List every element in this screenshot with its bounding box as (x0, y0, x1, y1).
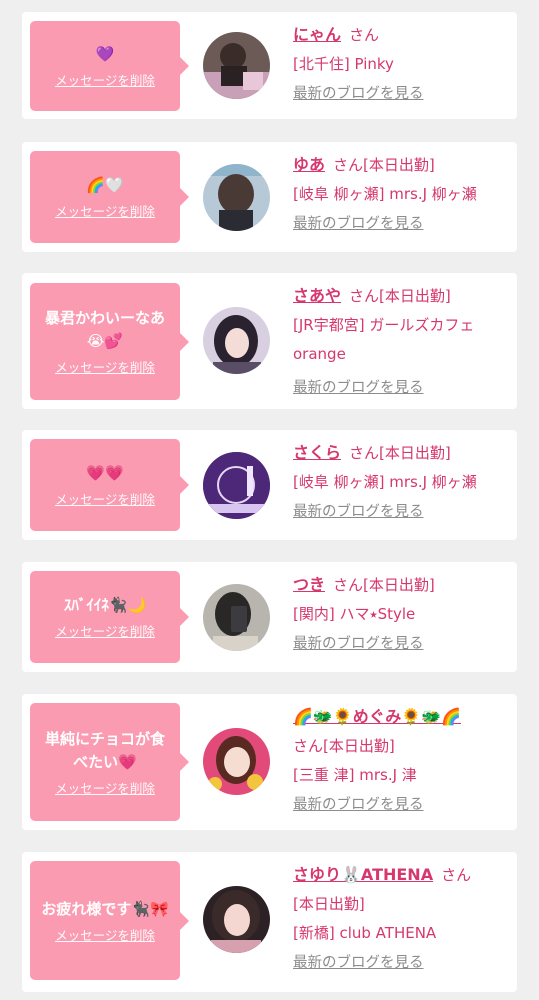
list-item: 🌈🤍 メッセージを削除 ゆあ さん[本日出勤] [岐阜 柳ヶ瀬] mrs.J 柳ヶ… (22, 142, 517, 252)
message-text: 💗💗 (86, 464, 124, 482)
avatar[interactable] (203, 164, 270, 231)
message-bubble: 🌈🤍 メッセージを削除 (30, 151, 189, 243)
latest-blog-link[interactable]: 最新のブログを見る (293, 80, 424, 109)
girl-name-link[interactable]: つき (293, 575, 325, 594)
list-item: お疲れ様です🐈‍⬛🎀 メッセージを削除 さゆり🐰ATHENA さん [本日出勤] … (22, 852, 517, 992)
latest-blog-link[interactable]: 最新のブログを見る (293, 630, 424, 659)
girl-info: さゆり🐰ATHENA さん [本日出勤] [新橋] club ATHENA 最新の… (293, 860, 513, 978)
avatar[interactable] (203, 886, 270, 953)
latest-blog-link[interactable]: 最新のブログを見る (293, 374, 424, 403)
shop-location: [三重 津] mrs.J 津 (293, 766, 417, 784)
honorific: さん (349, 26, 380, 44)
message-bubble: ｽﾊﾞｲｲﾈ🐈‍⬛🌙 メッセージを削除 (30, 571, 189, 663)
girl-info: ゆあ さん[本日出勤] [岐阜 柳ヶ瀬] mrs.J 柳ヶ瀬 最新のブログを見る (293, 150, 513, 239)
shop-location: [JR宇都宮] ガールズカフェ orange (293, 316, 475, 363)
status-text: [本日出勤] (363, 156, 435, 174)
avatar[interactable] (203, 32, 270, 99)
girl-name-link[interactable]: さあや (293, 286, 341, 305)
girl-info: さくら さん[本日出勤] [岐阜 柳ヶ瀬] mrs.J 柳ヶ瀬 最新のブログを見る (293, 438, 513, 527)
girl-name-link[interactable]: 🌈🐲🌻めぐみ🌻🐲🌈 (293, 707, 461, 726)
avatar[interactable] (203, 584, 270, 651)
girl-name-link[interactable]: さゆり🐰ATHENA (293, 865, 433, 884)
avatar[interactable] (203, 728, 270, 795)
message-bubble: お疲れ様です🐈‍⬛🎀 メッセージを削除 (30, 861, 189, 980)
status-text: [本日出勤] (363, 576, 435, 594)
honorific: さん (349, 287, 380, 305)
shop-location: [岐阜 柳ヶ瀬] mrs.J 柳ヶ瀬 (293, 185, 477, 203)
girl-info: さあや さん[本日出勤] [JR宇都宮] ガールズカフェ orange 最新のブロ… (293, 281, 513, 403)
girl-info: つき さん[本日出勤] [関内] ハマ⭑Style 最新のブログを見る (293, 570, 513, 659)
message-bubble: 💗💗 メッセージを削除 (30, 439, 189, 531)
list-item: 💜 メッセージを削除 にゃん さん [北千住] Pinky 最新のブログを見る (22, 12, 517, 119)
message-bubble: 単純にチョコが食べたい💗 メッセージを削除 (30, 703, 189, 821)
status-text: [本日出勤] (323, 737, 395, 755)
message-text: 💜 (95, 45, 115, 63)
avatar[interactable] (203, 452, 270, 519)
message-bubble: 暴君かわいーなあ😭💕 メッセージを削除 (30, 283, 189, 400)
delete-message-link[interactable]: メッセージを削除 (55, 621, 155, 640)
message-text: 🌈🤍 (86, 176, 124, 194)
avatar[interactable] (203, 307, 270, 374)
honorific: さん (333, 576, 364, 594)
shop-location: [新橋] club ATHENA (293, 924, 437, 942)
status-text: [本日出勤] (379, 287, 451, 305)
latest-blog-link[interactable]: 最新のブログを見る (293, 498, 424, 527)
message-text: 単純にチョコが食べたい💗 (44, 729, 165, 771)
delete-message-link[interactable]: メッセージを削除 (55, 70, 155, 89)
girl-name-link[interactable]: さくら (293, 443, 341, 462)
honorific: さん (441, 866, 472, 884)
message-bubble: 💜 メッセージを削除 (30, 21, 189, 111)
girl-info: 🌈🐲🌻めぐみ🌻🐲🌈 さん[本日出勤] [三重 津] mrs.J 津 最新のブログ… (293, 702, 513, 820)
message-list: 💜 メッセージを削除 にゃん さん [北千住] Pinky 最新のブログを見る 🌈… (0, 0, 539, 1000)
latest-blog-link[interactable]: 最新のブログを見る (293, 210, 424, 239)
shop-location: [北千住] Pinky (293, 55, 394, 73)
delete-message-link[interactable]: メッセージを削除 (55, 201, 155, 220)
latest-blog-link[interactable]: 最新のブログを見る (293, 949, 424, 978)
message-text: お疲れ様です🐈‍⬛🎀 (41, 899, 169, 918)
honorific: さん (333, 156, 364, 174)
shop-location: [岐阜 柳ヶ瀬] mrs.J 柳ヶ瀬 (293, 473, 477, 491)
status-text: [本日出勤] (293, 895, 365, 913)
honorific: さん (293, 737, 324, 755)
delete-message-link[interactable]: メッセージを削除 (55, 357, 155, 376)
honorific: さん (349, 444, 380, 462)
list-item: 単純にチョコが食べたい💗 メッセージを削除 🌈🐲🌻めぐみ🌻🐲🌈 さん[本日出勤]… (22, 694, 517, 830)
list-item: ｽﾊﾞｲｲﾈ🐈‍⬛🌙 メッセージを削除 つき さん[本日出勤] [関内] ハマ⭑S… (22, 562, 517, 672)
list-item: 暴君かわいーなあ😭💕 メッセージを削除 さあや さん[本日出勤] [JR宇都宮] … (22, 273, 517, 409)
message-text: 暴君かわいーなあ😭💕 (44, 309, 165, 350)
latest-blog-link[interactable]: 最新のブログを見る (293, 791, 424, 820)
shop-location: [関内] ハマ⭑Style (293, 605, 416, 623)
delete-message-link[interactable]: メッセージを削除 (55, 778, 155, 797)
message-text: ｽﾊﾞｲｲﾈ🐈‍⬛🌙 (63, 596, 147, 614)
girl-name-link[interactable]: にゃん (293, 25, 341, 44)
girl-info: にゃん さん [北千住] Pinky 最新のブログを見る (293, 20, 513, 109)
status-text: [本日出勤] (379, 444, 451, 462)
girl-name-link[interactable]: ゆあ (293, 155, 325, 174)
list-item: 💗💗 メッセージを削除 さくら さん[本日出勤] [岐阜 柳ヶ瀬] mrs.J 柳… (22, 430, 517, 540)
delete-message-link[interactable]: メッセージを削除 (55, 925, 155, 944)
delete-message-link[interactable]: メッセージを削除 (55, 489, 155, 508)
